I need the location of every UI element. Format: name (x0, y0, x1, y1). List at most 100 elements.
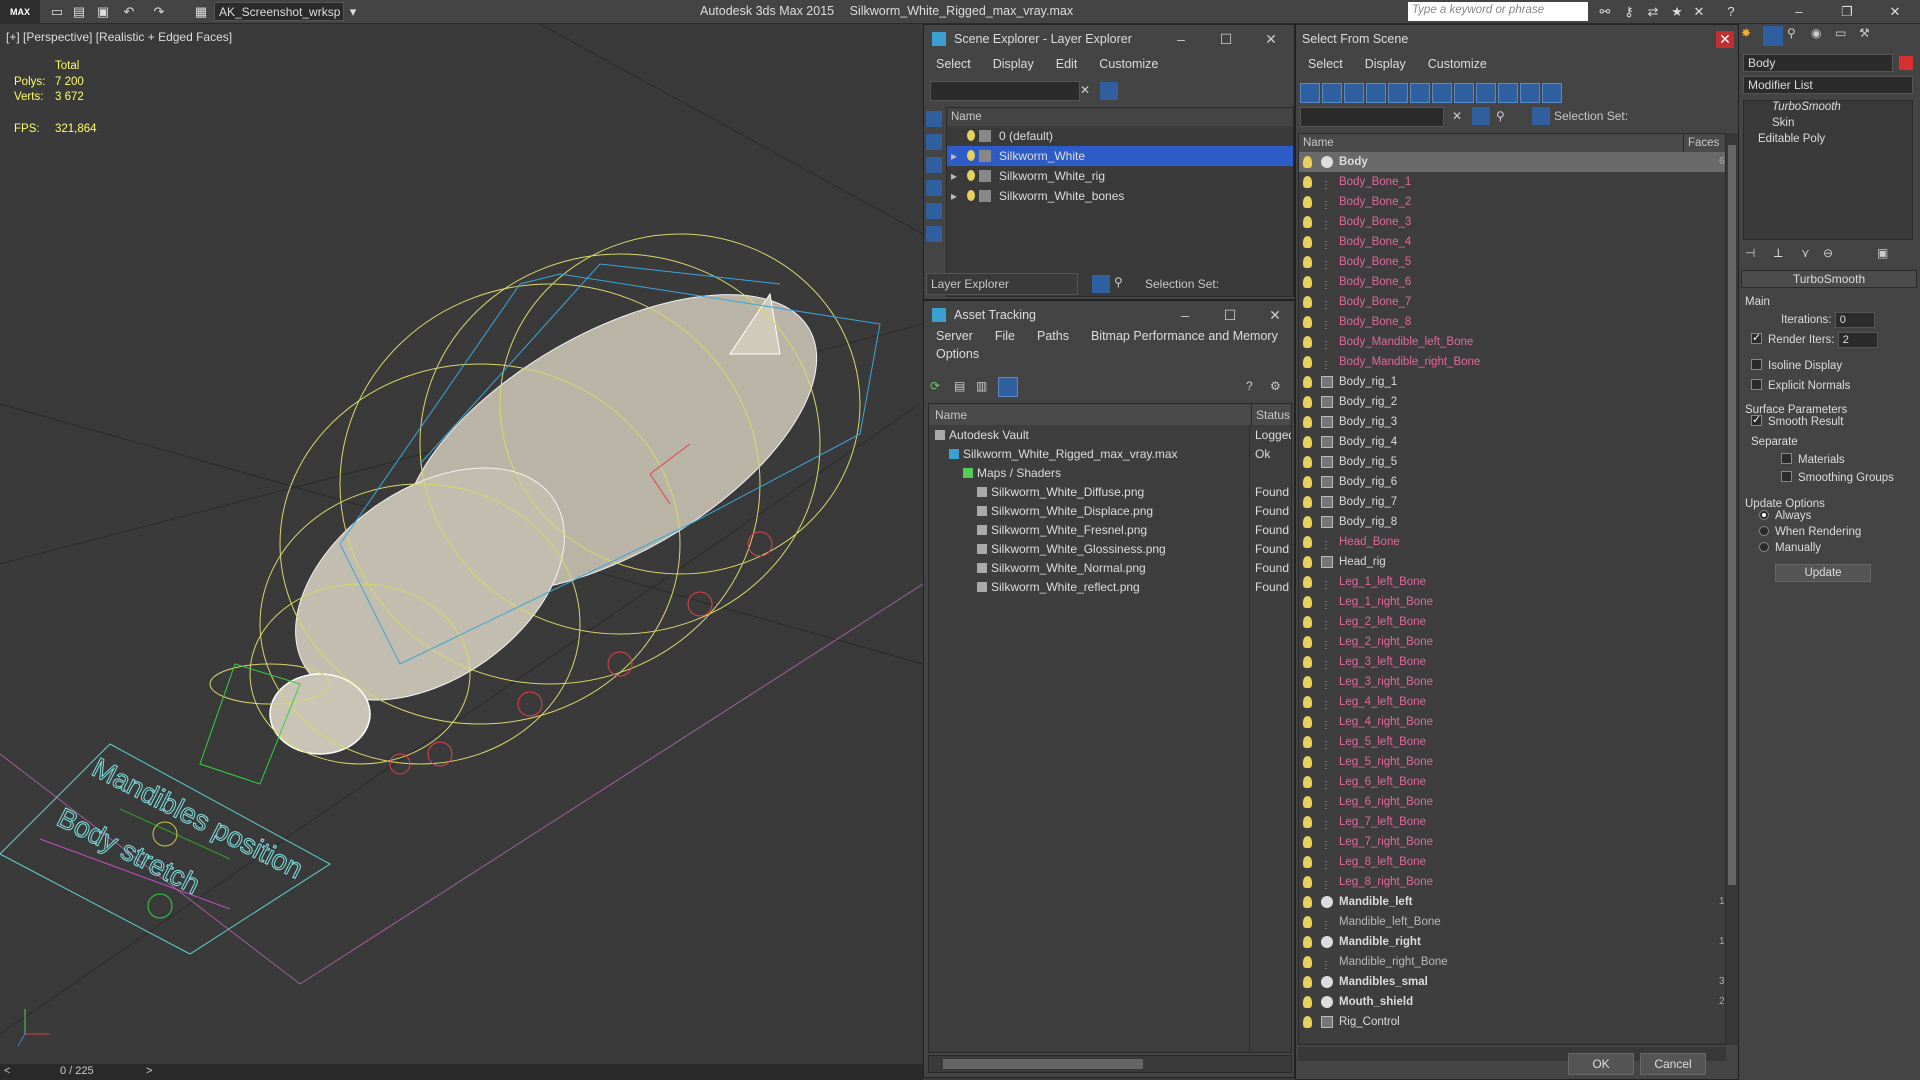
iterations-spinner[interactable]: 0 (1834, 312, 1875, 328)
visibility-bulb-icon[interactable] (1303, 636, 1312, 648)
visibility-bulb-icon[interactable] (1303, 836, 1312, 848)
menu-file[interactable]: File (983, 329, 1025, 343)
object-row[interactable]: Body_rig_3 (1299, 412, 1725, 432)
object-row[interactable]: Body_rig_5 (1299, 452, 1725, 472)
visibility-bulb-icon[interactable] (1303, 296, 1312, 308)
menu-select[interactable]: Select (924, 53, 981, 71)
configure-sets-icon[interactable]: ▣ (1877, 246, 1888, 260)
list-view-icon[interactable]: ▤ (954, 379, 965, 393)
visibility-bulb-icon[interactable] (1303, 956, 1312, 968)
xrefs-filter-icon[interactable] (1454, 83, 1474, 103)
object-row[interactable]: ⋮ Body_Mandible_left_Bone (1299, 332, 1725, 352)
help-icon[interactable]: ? (1246, 379, 1253, 393)
layer-row[interactable]: ▸ Silkworm_White_bones (947, 186, 1293, 206)
object-row[interactable]: ⋮ Leg_5_right_Bone (1299, 752, 1725, 772)
object-row[interactable]: Body_rig_4 (1299, 432, 1725, 452)
pin-stack-icon[interactable]: ⊣ (1745, 246, 1755, 260)
visibility-bulb-icon[interactable] (1303, 756, 1312, 768)
col-status-header[interactable]: Status (1251, 404, 1290, 426)
object-row[interactable]: Body 600 (1299, 152, 1725, 172)
expand-arrow-icon[interactable]: ▸ (951, 186, 957, 206)
menu-paths[interactable]: Paths (1025, 329, 1079, 343)
layer-mode-icon[interactable] (1092, 275, 1110, 293)
object-row[interactable]: Head_rig (1299, 552, 1725, 572)
asset-row[interactable]: Silkworm_White_Glossiness.png Found (929, 540, 1291, 559)
tree-view-icon[interactable]: ▥ (976, 379, 987, 393)
visibility-bulb-icon[interactable] (1303, 516, 1312, 528)
object-row[interactable]: ⋮ Leg_6_right_Bone (1299, 792, 1725, 812)
object-row[interactable]: ⋮ Body_Bone_7 (1299, 292, 1725, 312)
maximize-icon[interactable]: ☐ (1221, 307, 1239, 324)
object-row[interactable]: Mandibles_smal 31 (1299, 972, 1725, 992)
object-row[interactable]: Body_rig_7 (1299, 492, 1725, 512)
redo-icon[interactable]: ↷ (150, 3, 168, 21)
visibility-bulb-icon[interactable] (1303, 596, 1312, 608)
make-unique-icon[interactable]: ⋎ (1801, 246, 1810, 260)
object-row[interactable]: ⋮ Body_Bone_6 (1299, 272, 1725, 292)
hierarchy-icon[interactable]: ⚲ (1114, 275, 1123, 289)
stack-item-turbosmooth[interactable]: TurboSmooth (1744, 101, 1912, 117)
object-color-swatch[interactable] (1899, 56, 1913, 70)
visibility-bulb-icon[interactable] (1303, 616, 1312, 628)
visibility-bulb-icon[interactable] (1303, 216, 1312, 228)
modify-tab-icon[interactable] (1763, 26, 1783, 46)
layer-row[interactable]: 0 (default) (947, 126, 1293, 146)
next-frame-button[interactable]: > (146, 1065, 152, 1077)
object-row[interactable]: ⋮ Body_Bone_3 (1299, 212, 1725, 232)
visibility-bulb-icon[interactable] (1303, 796, 1312, 808)
col-name-header[interactable]: Name (947, 108, 1293, 126)
visibility-bulb-icon[interactable] (1303, 856, 1312, 868)
smooth-result-checkbox[interactable] (1751, 413, 1762, 427)
close-x-icon[interactable]: ✕ (1690, 3, 1708, 21)
object-row[interactable]: Body_rig_8 (1299, 512, 1725, 532)
clear-search-icon[interactable]: ✕ (1080, 83, 1090, 97)
object-row[interactable]: ⋮ Head_Bone (1299, 532, 1725, 552)
layer-row[interactable]: ▸ Silkworm_White_rig (947, 166, 1293, 186)
object-row[interactable]: ⋮ Mandible_right_Bone (1299, 952, 1725, 972)
object-row[interactable]: ⋮ Leg_4_right_Bone (1299, 712, 1725, 732)
visibility-bulb-icon[interactable] (1303, 496, 1312, 508)
light-bulb-icon[interactable] (967, 170, 975, 181)
turbosmooth-rollout-header[interactable]: TurboSmooth (1741, 270, 1917, 288)
settings-icon[interactable]: ⚙ (1270, 379, 1281, 393)
visibility-bulb-icon[interactable] (1303, 576, 1312, 588)
update-button[interactable]: Update (1775, 564, 1871, 582)
visibility-bulb-icon[interactable] (1303, 176, 1312, 188)
restore-icon[interactable]: ❐ (1838, 3, 1856, 21)
refresh-icon[interactable]: ⟳ (930, 379, 940, 393)
workspace-dropdown[interactable]: AK_Screenshot_wrksp (214, 2, 344, 21)
helpers-filter-icon[interactable] (1388, 83, 1408, 103)
object-row[interactable]: ⋮ Leg_5_left_Bone (1299, 732, 1725, 752)
hierarchy-tab-icon[interactable]: ⚲ (1787, 26, 1796, 40)
new-file-icon[interactable]: ▭ (48, 3, 66, 21)
menu-select[interactable]: Select (1296, 53, 1353, 71)
object-search-input[interactable] (1300, 107, 1444, 127)
light-bulb-icon[interactable] (967, 130, 975, 141)
visibility-bulb-icon[interactable] (1303, 256, 1312, 268)
col-name-header[interactable]: Name (935, 404, 967, 426)
close-icon[interactable]: ✕ (1716, 31, 1734, 48)
visibility-bulb-icon[interactable] (1303, 676, 1312, 688)
visibility-bulb-icon[interactable] (1303, 556, 1312, 568)
object-row[interactable]: Mouth_shield 20 (1299, 992, 1725, 1012)
object-row[interactable]: ⋮ Mandible_left_Bone (1299, 912, 1725, 932)
prev-frame-button[interactable]: < (4, 1065, 10, 1077)
render-iters-checkbox[interactable] (1751, 331, 1762, 345)
asset-row[interactable]: Silkworm_White_Diffuse.png Found (929, 483, 1291, 502)
visibility-bulb-icon[interactable] (1303, 896, 1312, 908)
asset-row[interactable]: Autodesk Vault Logged (929, 426, 1291, 445)
modifier-list-dropdown[interactable]: Modifier List (1743, 76, 1913, 94)
object-row[interactable]: Body_rig_1 (1299, 372, 1725, 392)
asset-row[interactable]: Silkworm_White_Rigged_max_vray.max Ok (929, 445, 1291, 464)
asset-row[interactable]: Maps / Shaders (929, 464, 1291, 483)
object-name-field[interactable]: Body (1743, 54, 1893, 72)
object-row[interactable]: ⋮ Leg_8_right_Bone (1299, 872, 1725, 892)
when-rendering-radio[interactable] (1759, 525, 1769, 536)
object-row[interactable]: ⋮ Leg_6_left_Bone (1299, 772, 1725, 792)
menu-customize[interactable]: Customize (1416, 53, 1497, 71)
visibility-bulb-icon[interactable] (1303, 876, 1312, 888)
object-row[interactable]: Rig_Control (1299, 1012, 1725, 1032)
visibility-bulb-icon[interactable] (1303, 356, 1312, 368)
asset-horizontal-scrollbar[interactable] (928, 1055, 1292, 1073)
show-end-result-icon[interactable]: ⊥ (1773, 246, 1783, 260)
